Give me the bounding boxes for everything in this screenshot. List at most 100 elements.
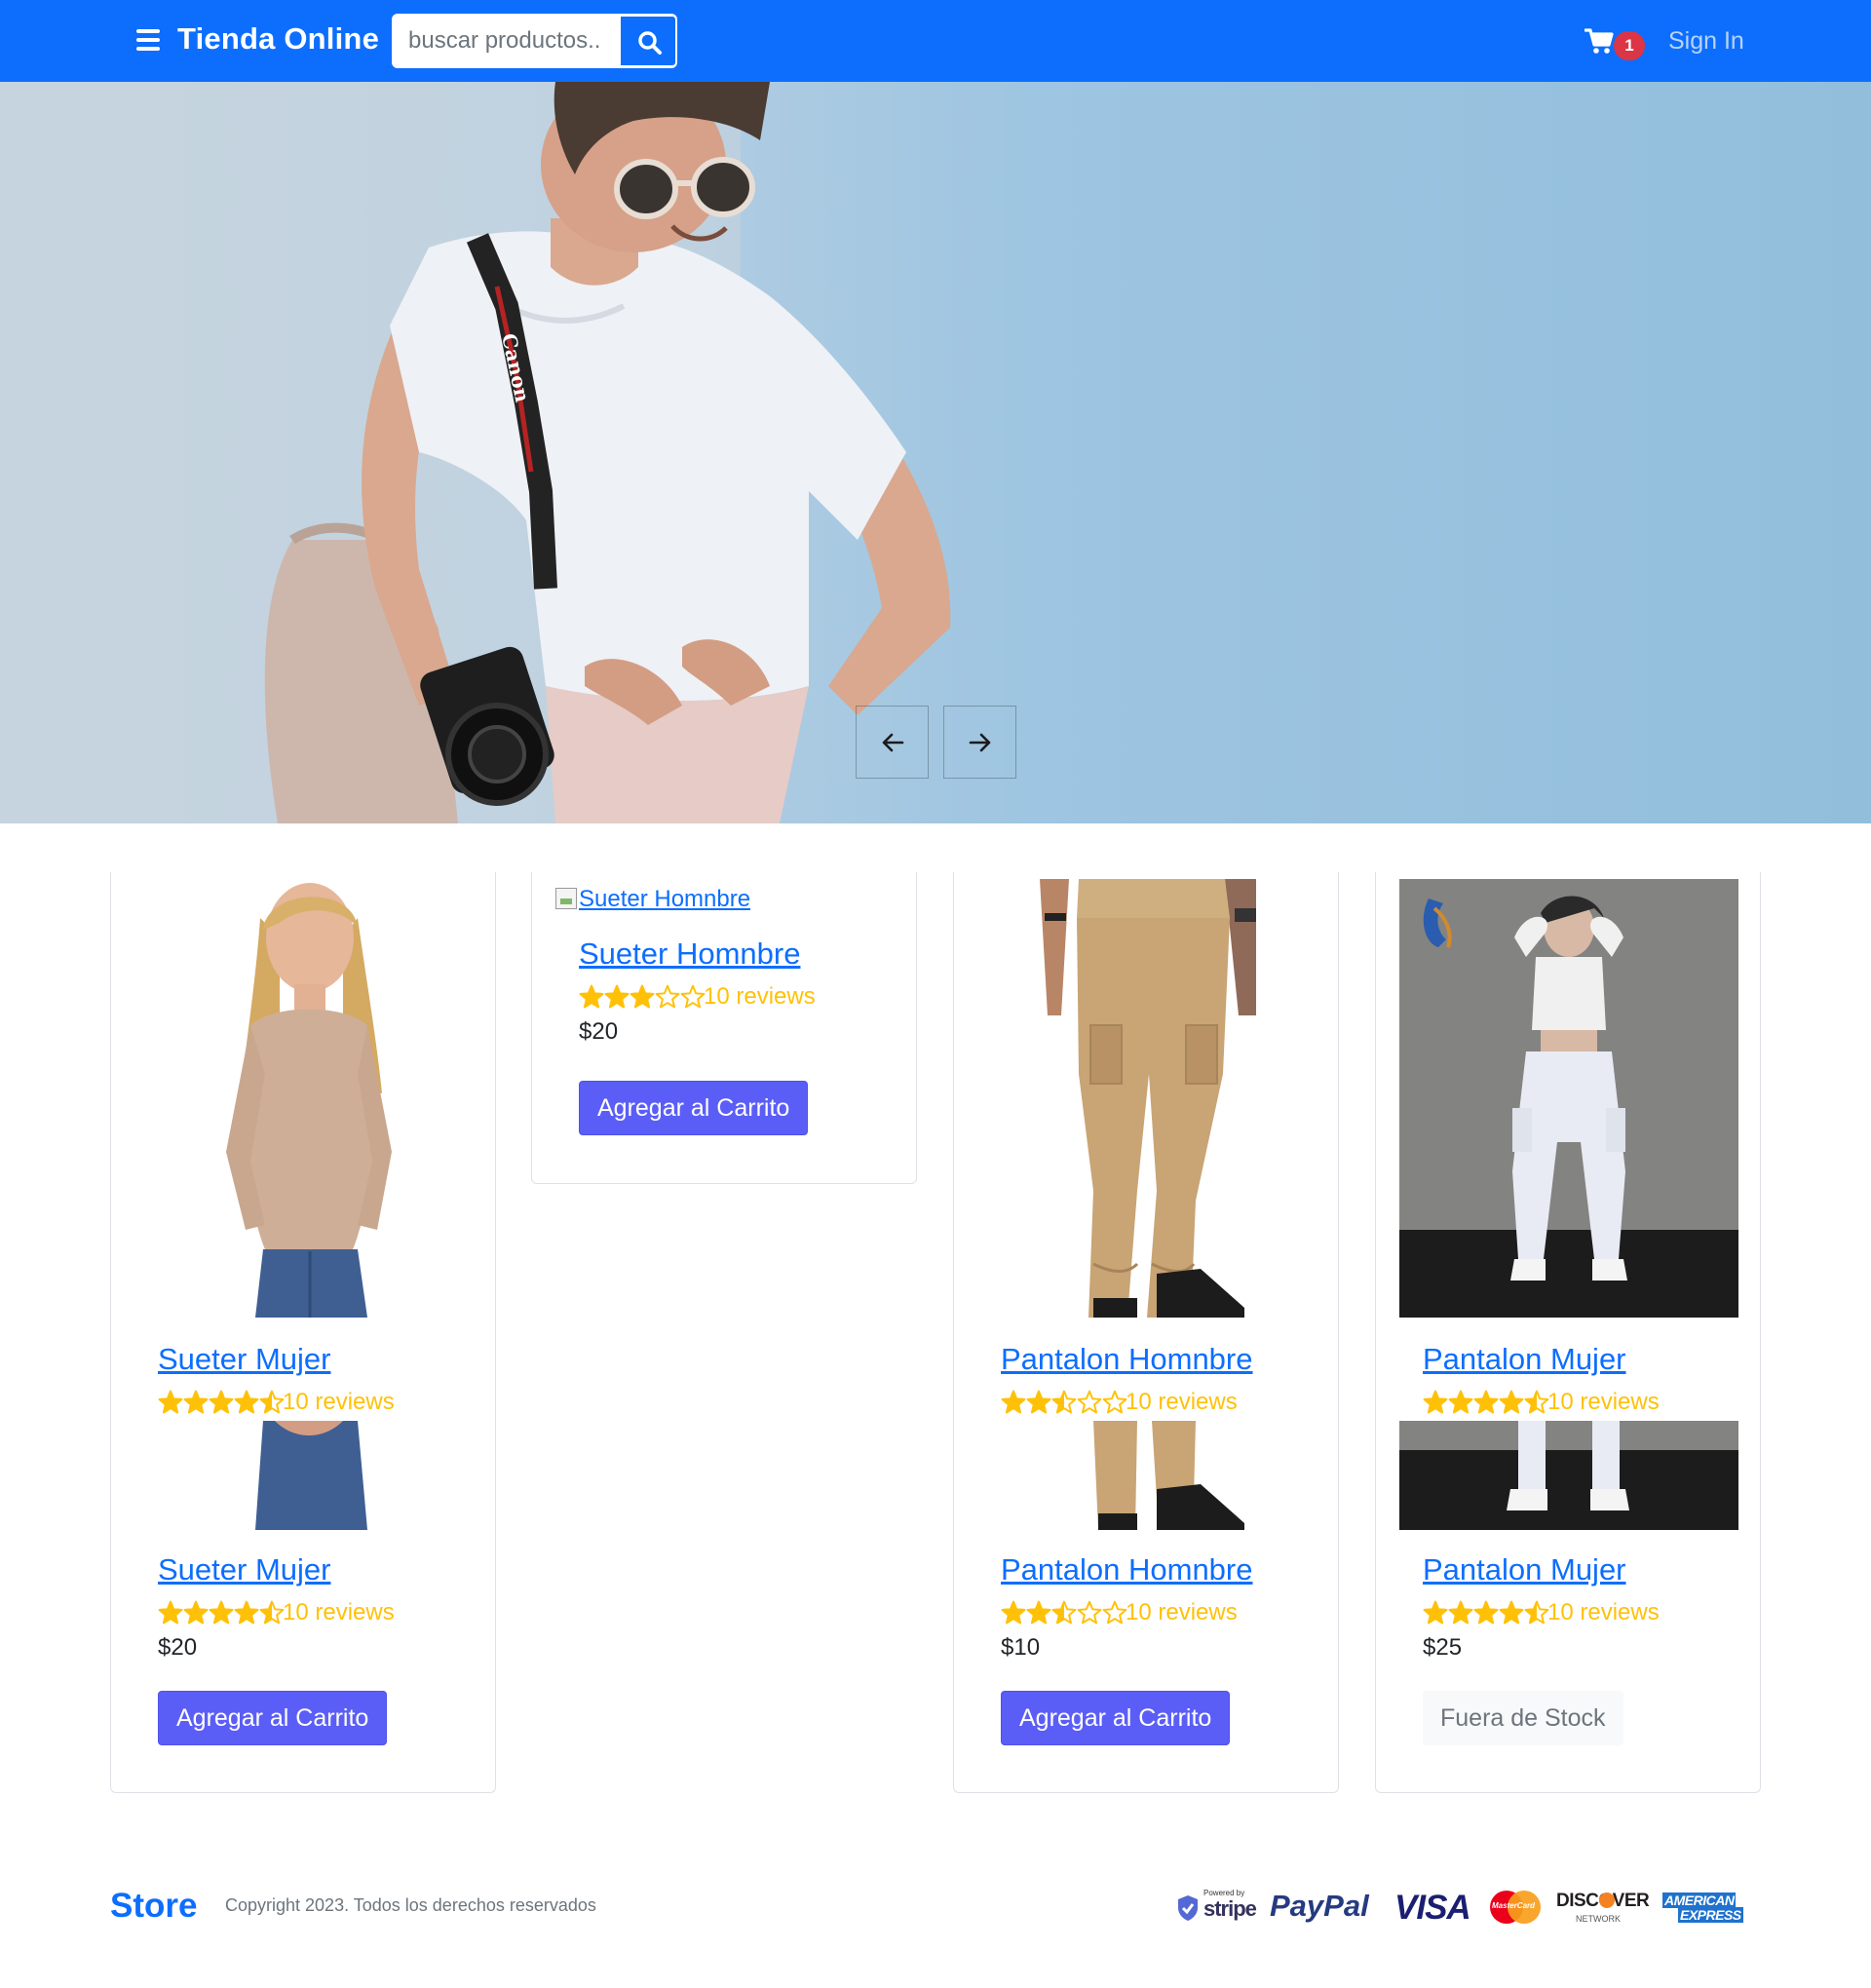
star-full-icon xyxy=(604,984,630,1009)
paypal-logo: PayPal xyxy=(1270,1889,1369,1923)
star-half-icon xyxy=(1051,1600,1077,1625)
cart-icon xyxy=(1585,28,1614,54)
product-title-link[interactable]: Sueter Mujer xyxy=(158,1552,330,1587)
stripe-logo: Powered by stripe xyxy=(1176,1887,1258,1930)
hero-carousel: Canon xyxy=(0,82,1871,823)
product-rating: 10 reviews xyxy=(1001,1599,1238,1628)
sign-in-link[interactable]: Sign In xyxy=(1668,27,1744,56)
star-empty-icon xyxy=(1077,1390,1102,1414)
star-half-icon xyxy=(1051,1390,1077,1414)
star-full-icon xyxy=(579,984,604,1009)
star-full-icon xyxy=(1026,1390,1051,1414)
copyright-text: Copyright 2023. Todos los derechos reser… xyxy=(225,1895,596,1915)
sweater-woman-image xyxy=(226,883,392,1318)
out-of-stock-button: Fuera de Stock xyxy=(1423,1691,1623,1745)
reviews-count: 10 reviews xyxy=(1547,1389,1660,1415)
star-full-icon xyxy=(209,1390,234,1414)
star-empty-icon xyxy=(1102,1600,1127,1625)
star-half-icon xyxy=(1524,1600,1549,1625)
discover-logo: DISCOVER NETWORK xyxy=(1556,1887,1650,1930)
visa-logo: VISA xyxy=(1394,1889,1471,1927)
product-title-link[interactable]: Sueter Mujer xyxy=(158,1342,330,1377)
product-title-link[interactable]: Pantalon Mujer xyxy=(1423,1342,1626,1377)
add-to-cart-button[interactable]: Agregar al Carrito xyxy=(158,1691,388,1745)
search-bar xyxy=(392,14,677,68)
cart-button[interactable]: 1 xyxy=(1585,25,1645,64)
star-half-icon xyxy=(259,1390,285,1414)
product-card: Pantalon Homnbre 10 reviews Pantalon Hom… xyxy=(953,872,1339,1793)
product-rating: 10 reviews xyxy=(1423,1389,1660,1418)
reviews-count: 10 reviews xyxy=(283,1599,395,1625)
star-full-icon xyxy=(183,1390,209,1414)
product-price: $10 xyxy=(1001,1634,1041,1661)
carousel-next-button[interactable] xyxy=(943,706,1016,779)
hamburger-icon[interactable] xyxy=(136,29,160,51)
footer-brand[interactable]: Store xyxy=(110,1887,197,1926)
product-image[interactable] xyxy=(158,879,450,1318)
star-full-icon xyxy=(183,1600,209,1625)
product-image-broken[interactable]: Sueter Homnbre xyxy=(555,886,750,913)
navbar: Tienda Online 1 Sign In xyxy=(0,0,1871,82)
star-full-icon xyxy=(1473,1390,1499,1414)
add-to-cart-button[interactable]: Agregar al Carrito xyxy=(1001,1691,1231,1745)
star-full-icon xyxy=(1499,1390,1524,1414)
star-empty-icon xyxy=(680,984,706,1009)
mastercard-logo: MasterCard xyxy=(1490,1891,1541,1924)
product-title-link[interactable]: Pantalon Homnbre xyxy=(1001,1342,1253,1377)
product-price: $25 xyxy=(1423,1634,1463,1661)
product-title-link[interactable]: Pantalon Mujer xyxy=(1423,1552,1626,1587)
product-image-fragment xyxy=(1001,1421,1293,1530)
product-title-link[interactable]: Sueter Homnbre xyxy=(579,937,800,972)
product-image-fragment xyxy=(1399,1421,1738,1530)
star-rating xyxy=(158,1390,285,1414)
white-pants-woman-image xyxy=(1399,879,1738,1318)
product-price: $20 xyxy=(579,1018,619,1045)
reviews-count: 10 reviews xyxy=(704,983,816,1010)
reviews-count: 10 reviews xyxy=(1126,1389,1238,1415)
star-full-icon xyxy=(1448,1600,1473,1625)
brand-logo[interactable]: Tienda Online xyxy=(177,21,379,57)
reviews-count: 10 reviews xyxy=(1547,1599,1660,1625)
star-full-icon xyxy=(1448,1390,1473,1414)
arrow-left-icon xyxy=(882,733,904,752)
star-full-icon xyxy=(158,1390,183,1414)
product-card: Pantalon Mujer 10 reviews Pantalon Mujer… xyxy=(1375,872,1761,1793)
star-rating xyxy=(1001,1600,1127,1625)
search-button[interactable] xyxy=(619,15,676,67)
cargo-pants-image xyxy=(1040,879,1256,1318)
star-rating xyxy=(579,984,706,1009)
product-rating: 10 reviews xyxy=(1423,1599,1660,1628)
star-empty-icon xyxy=(1077,1600,1102,1625)
product-card: Sueter Homnbre Sueter Homnbre 10 reviews… xyxy=(531,872,917,1184)
product-image[interactable] xyxy=(1399,879,1738,1318)
star-rating xyxy=(1423,1390,1549,1414)
star-full-icon xyxy=(209,1600,234,1625)
product-rating: 10 reviews xyxy=(158,1389,395,1418)
product-rating: 10 reviews xyxy=(579,983,816,1013)
broken-image-icon xyxy=(555,888,577,909)
product-image[interactable] xyxy=(1001,879,1293,1318)
cart-count-badge: 1 xyxy=(1614,31,1645,60)
reviews-count: 10 reviews xyxy=(283,1389,395,1415)
star-full-icon xyxy=(234,1390,259,1414)
payment-logos: Powered by stripe PayPal VISA MasterCard… xyxy=(1176,1887,1743,1930)
star-full-icon xyxy=(1423,1390,1448,1414)
star-rating xyxy=(158,1600,285,1625)
star-empty-icon xyxy=(1102,1390,1127,1414)
star-full-icon xyxy=(630,984,655,1009)
add-to-cart-button[interactable]: Agregar al Carrito xyxy=(579,1081,809,1135)
product-title-link[interactable]: Pantalon Homnbre xyxy=(1001,1552,1253,1587)
product-rating: 10 reviews xyxy=(158,1599,395,1628)
star-half-icon xyxy=(259,1600,285,1625)
product-card: Sueter Mujer 10 reviews Sueter Mujer 10 … xyxy=(110,872,496,1793)
star-full-icon xyxy=(1499,1600,1524,1625)
star-full-icon xyxy=(158,1600,183,1625)
search-input[interactable] xyxy=(393,15,619,67)
star-full-icon xyxy=(1001,1600,1026,1625)
carousel-prev-button[interactable] xyxy=(856,706,929,779)
star-full-icon xyxy=(1001,1390,1026,1414)
hero-image: Canon xyxy=(0,82,951,823)
product-image-fragment xyxy=(158,1421,450,1530)
arrow-right-icon xyxy=(969,733,991,752)
star-rating xyxy=(1423,1600,1549,1625)
